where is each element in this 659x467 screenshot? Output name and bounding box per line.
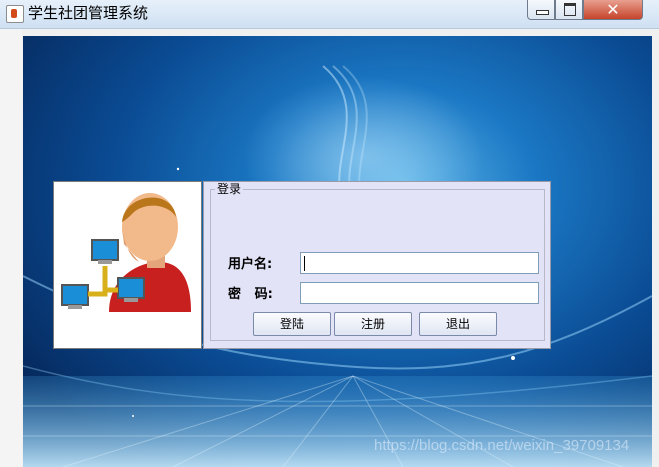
text-caret (304, 256, 305, 271)
maximize-button[interactable] (555, 0, 583, 20)
login-button[interactable]: 登陆 (253, 312, 331, 336)
register-button[interactable]: 注册 (334, 312, 412, 336)
username-label: 用户名: (228, 257, 273, 272)
left-margin (0, 29, 22, 467)
watermark-text: https://blog.csdn.net/weixin_39709134 (374, 437, 630, 454)
user-network-icon (61, 193, 191, 312)
close-icon: ✕ (606, 0, 620, 19)
password-label: 密 码: (228, 287, 273, 302)
maximize-icon (564, 3, 576, 16)
login-group-title: 登录 (215, 182, 244, 196)
minimize-button[interactable] (527, 0, 555, 20)
java-cup-icon[interactable] (6, 5, 24, 23)
user-avatar-panel (53, 181, 202, 349)
login-group: 登录 用户名: 密 码: 登陆 注册 退出 (210, 182, 545, 341)
close-button[interactable]: ✕ (583, 0, 643, 20)
window-title: 学生社团管理系统 (28, 4, 149, 22)
login-panel: 登录 用户名: 密 码: 登陆 注册 退出 (203, 181, 551, 349)
username-input[interactable] (300, 252, 539, 274)
password-input[interactable] (300, 282, 539, 304)
title-bar: 学生社团管理系统 ✕ (0, 0, 659, 29)
exit-button[interactable]: 退出 (419, 312, 497, 336)
minimize-icon (536, 10, 549, 15)
